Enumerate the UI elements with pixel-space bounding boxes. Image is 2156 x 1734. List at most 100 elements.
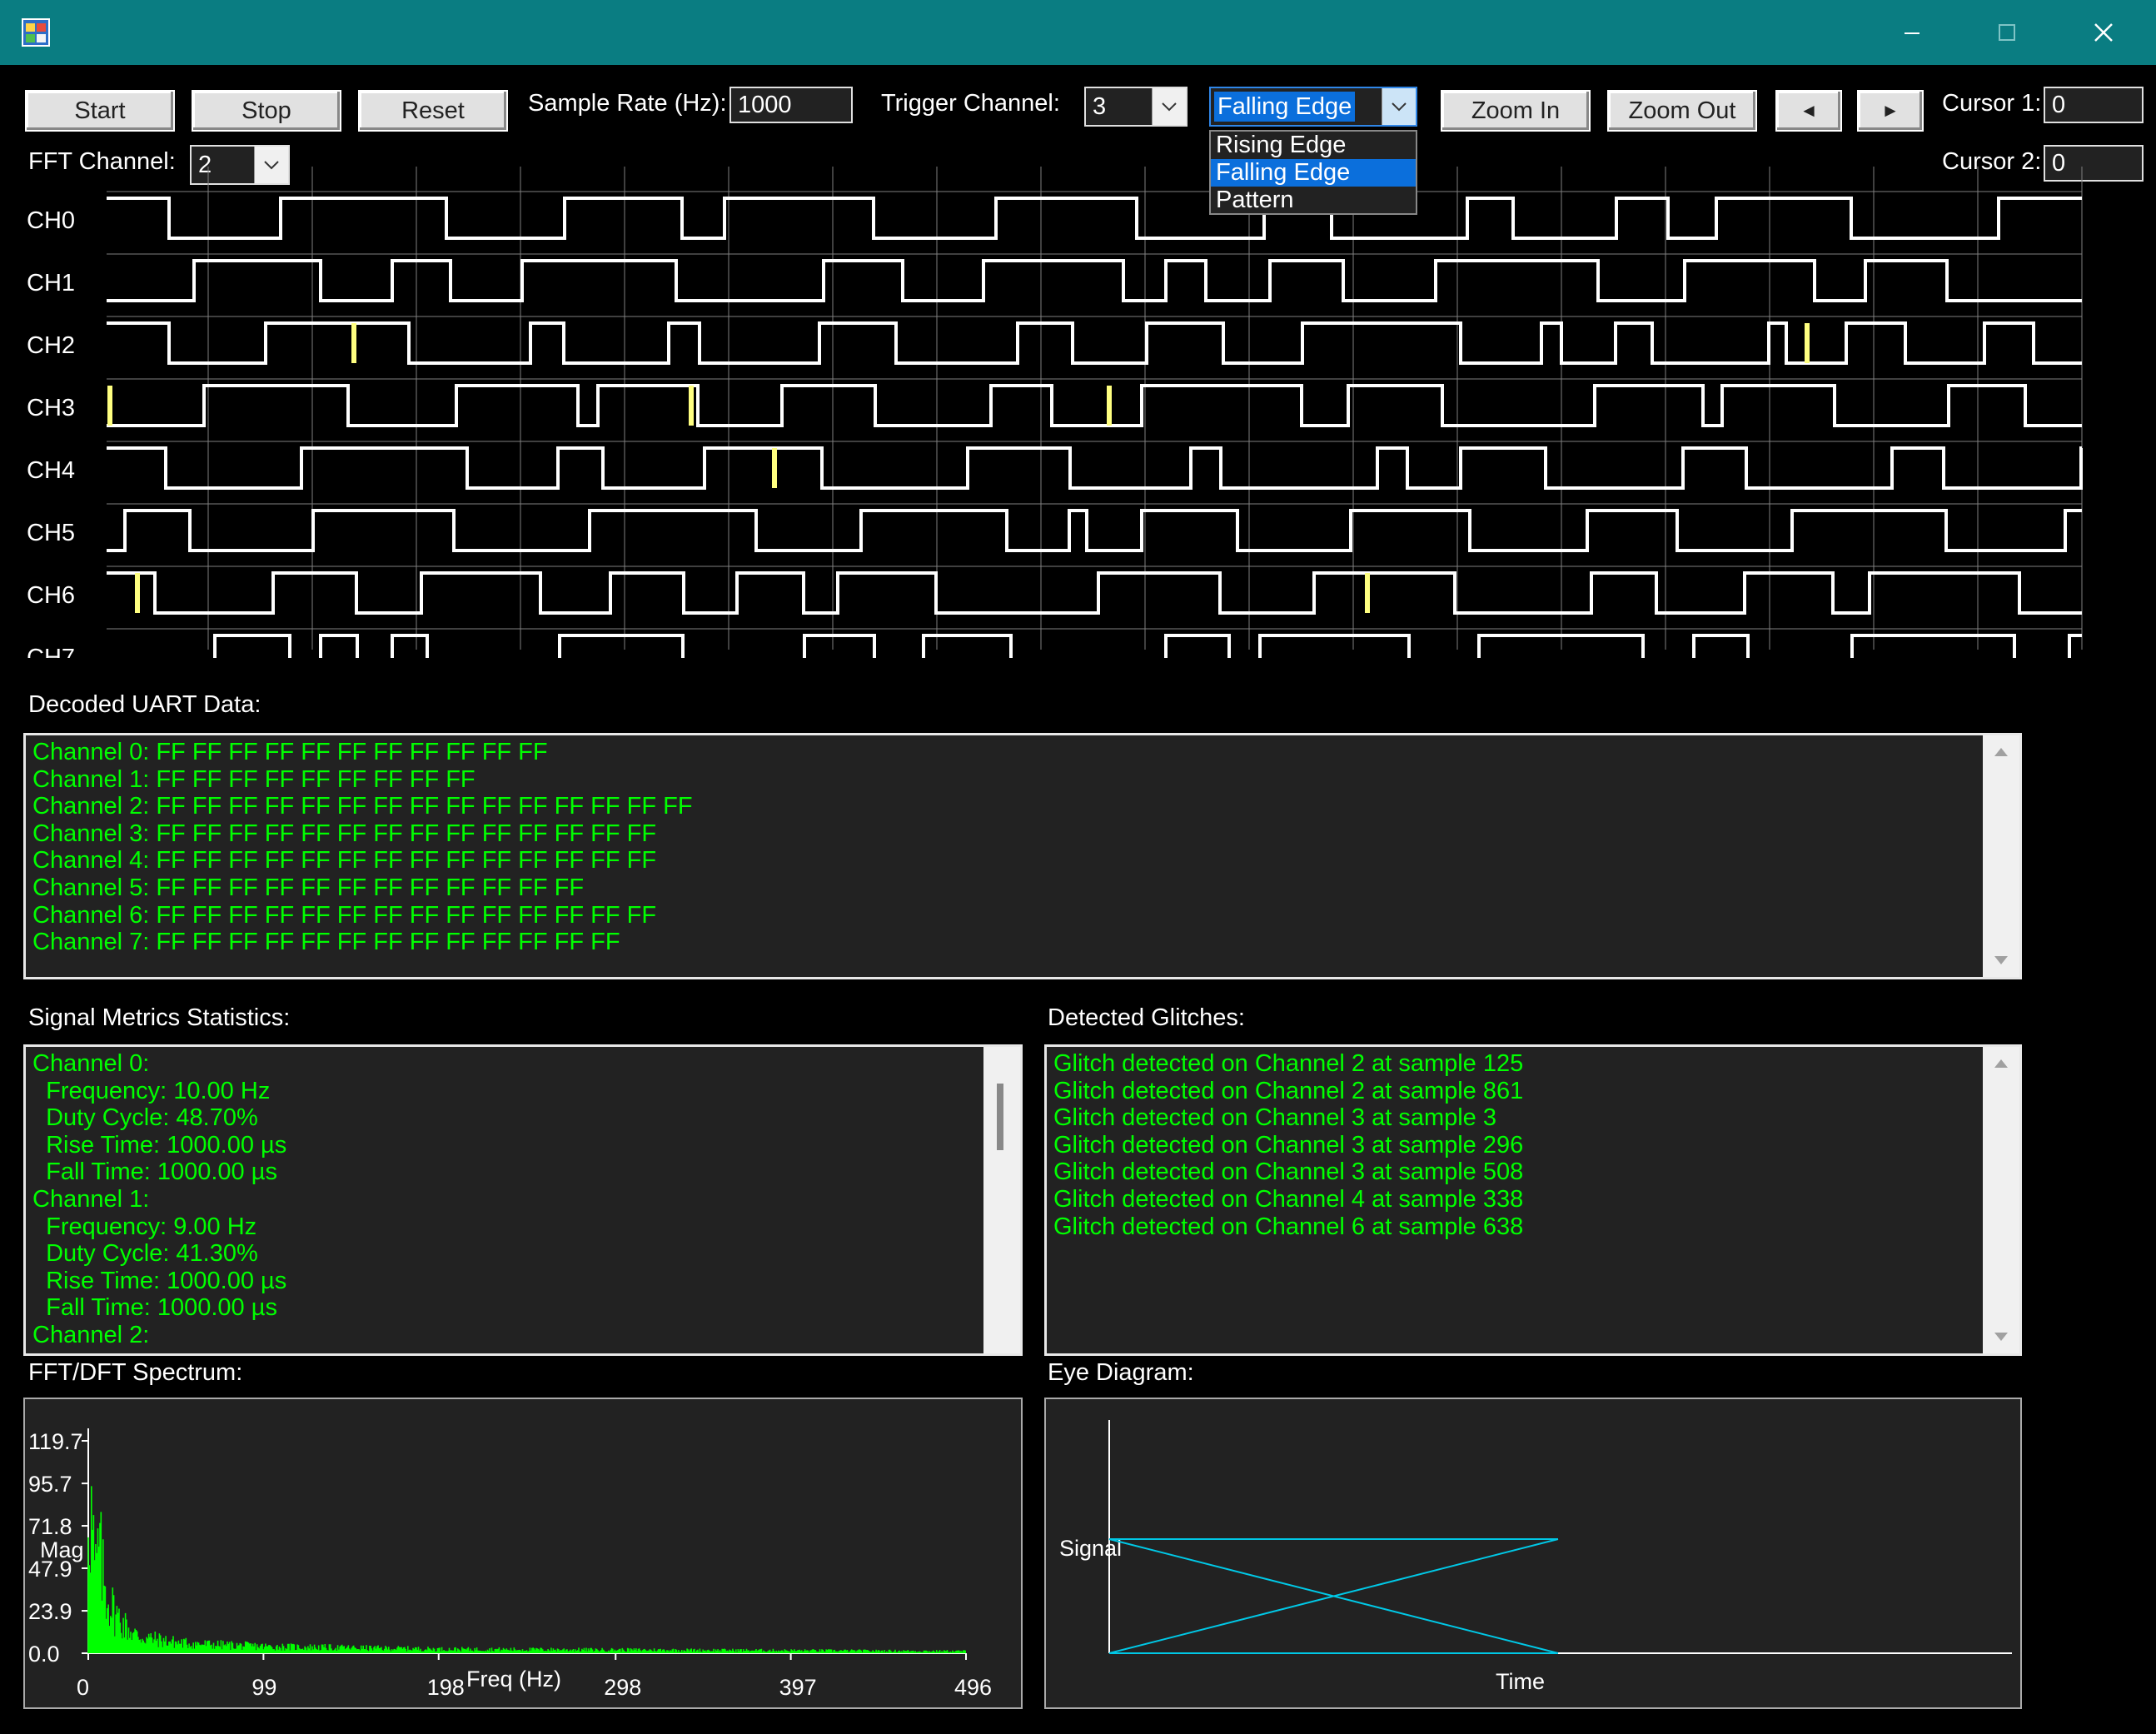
glitch-line: Glitch detected on Channel 3 at sample 3 xyxy=(1053,1104,1496,1132)
metrics-line: Fall Time: 1000.00 µs xyxy=(32,1294,277,1322)
metrics-line: Rise Time: 1000.00 µs xyxy=(32,1267,287,1294)
metrics-line: Rise Time: 1000.00 µs xyxy=(32,1131,287,1158)
channel-trace xyxy=(107,321,2082,365)
dropdown-option-rising-edge[interactable]: Rising Edge xyxy=(1211,132,1416,159)
cursor1-input[interactable]: 0 xyxy=(2044,87,2144,123)
channel-trace xyxy=(107,259,2082,302)
x-tick-label: 99 xyxy=(251,1675,276,1700)
scroll-up-icon[interactable] xyxy=(1983,1047,2019,1080)
pan-right-button[interactable]: ► xyxy=(1857,90,1924,132)
glitch-line: Glitch detected on Channel 4 at sample 3… xyxy=(1053,1185,1524,1213)
channel-trace xyxy=(107,384,2082,427)
metrics-textbox[interactable]: Channel 0: Frequency: 10.00 Hz Duty Cycl… xyxy=(23,1044,1023,1356)
y-axis-label: Mag xyxy=(40,1537,84,1562)
scroll-down-icon[interactable] xyxy=(1983,944,2019,977)
waveform-display[interactable]: CH0 CH1 CH2 CH3 CH4 CH5 CH6 CH7 xyxy=(0,167,2156,658)
channel-trace xyxy=(107,509,2082,552)
dropdown-option-falling-edge[interactable]: Falling Edge xyxy=(1211,159,1416,187)
dropdown-option-pattern[interactable]: Pattern xyxy=(1211,187,1416,214)
title-bar xyxy=(0,0,2156,65)
glitches-textbox[interactable]: Glitch detected on Channel 2 at sample 1… xyxy=(1044,1044,2022,1356)
app-window: Start Stop Reset Sample Rate (Hz): 1000 … xyxy=(0,0,2156,1734)
zoom-in-button[interactable]: Zoom In xyxy=(1441,90,1591,132)
eye-label: Eye Diagram: xyxy=(1048,1359,1194,1386)
trigger-channel-value: 3 xyxy=(1093,93,1107,120)
channel-trace xyxy=(107,571,2082,615)
pan-left-button[interactable]: ◄ xyxy=(1775,90,1842,132)
scroll-down-icon[interactable] xyxy=(1983,1320,2019,1353)
glitch-line: Glitch detected on Channel 2 at sample 1… xyxy=(1053,1050,1524,1077)
uart-line: Channel 4: FF FF FF FF FF FF FF FF FF FF… xyxy=(32,847,657,874)
metrics-line: Channel 2: xyxy=(32,1321,150,1348)
start-button[interactable]: Start xyxy=(25,90,175,132)
channel-label: CH6 xyxy=(27,582,75,609)
uart-line: Channel 0: FF FF FF FF FF FF FF FF FF FF… xyxy=(32,739,548,765)
close-icon xyxy=(2094,23,2113,42)
glitches-scrollbar[interactable] xyxy=(1983,1047,2019,1353)
uart-line: Channel 6: FF FF FF FF FF FF FF FF FF FF… xyxy=(32,901,657,929)
sample-rate-label: Sample Rate (Hz): xyxy=(528,90,727,117)
uart-lines: Channel 0: FF FF FF FF FF FF FF FF FF FF… xyxy=(32,739,693,956)
x-tick-label: 0 xyxy=(77,1675,89,1700)
y-tick-label: 71.8 xyxy=(28,1514,72,1539)
zoom-out-button[interactable]: Zoom Out xyxy=(1607,90,1757,132)
uart-textbox[interactable]: Channel 0: FF FF FF FF FF FF FF FF FF FF… xyxy=(23,733,2022,979)
metrics-lines: Channel 0: Frequency: 10.00 Hz Duty Cycl… xyxy=(32,1050,286,1349)
chevron-down-icon[interactable] xyxy=(1382,88,1416,125)
reset-button[interactable]: Reset xyxy=(358,90,508,132)
chevron-down-icon[interactable] xyxy=(1152,88,1186,125)
uart-scrollbar[interactable] xyxy=(1983,735,2019,977)
channel-trace xyxy=(213,634,2082,658)
uart-line: Channel 3: FF FF FF FF FF FF FF FF FF FF… xyxy=(32,820,657,847)
cursor1-label: Cursor 1: xyxy=(1942,90,2042,117)
metrics-label: Signal Metrics Statistics: xyxy=(28,1004,291,1031)
metrics-line: Channel 1: xyxy=(32,1185,150,1213)
glitch-lines: Glitch detected on Channel 2 at sample 1… xyxy=(1053,1050,1523,1240)
fft-chart-panel: 119.7 95.7 71.8 47.9 23.9 0.0 0 99 198 298 397 496 F… xyxy=(23,1398,1023,1709)
glitches-label: Detected Glitches: xyxy=(1048,1004,1245,1031)
sample-rate-input[interactable]: 1000 xyxy=(729,87,853,123)
glitch-line: Glitch detected on Channel 3 at sample 2… xyxy=(1053,1131,1524,1158)
scroll-thumb[interactable] xyxy=(997,1084,1003,1150)
fft-chart: 119.795.771.847.923.90.00 99 198 298 397 496F… xyxy=(28,1428,992,1700)
y-tick-label: 23.9 xyxy=(28,1599,72,1624)
maximize-button[interactable] xyxy=(1960,0,2054,65)
trigger-mode-select[interactable]: Falling Edge xyxy=(1209,87,1417,127)
metrics-line: Frequency: 9.00 Hz xyxy=(32,1213,257,1240)
glitch-line: Glitch detected on Channel 2 at sample 8… xyxy=(1053,1077,1524,1104)
y-tick-label: 119.7 xyxy=(28,1429,83,1454)
metrics-line: Fall Time: 1000.00 µs xyxy=(32,1158,277,1186)
metrics-scrollbar[interactable] xyxy=(983,1047,1020,1353)
trigger-mode-value: Falling Edge xyxy=(1214,92,1356,122)
channel-label: CH4 xyxy=(27,457,75,484)
minimize-button[interactable] xyxy=(1865,0,1959,65)
stop-button[interactable]: Stop xyxy=(192,90,341,132)
uart-line: Channel 5: FF FF FF FF FF FF FF FF FF FF… xyxy=(32,874,585,901)
y-tick-label: 95.7 xyxy=(28,1472,72,1497)
uart-line: Channel 7: FF FF FF FF FF FF FF FF FF FF… xyxy=(32,929,620,956)
channel-label: CH0 xyxy=(27,207,75,234)
eye-diagram: SignalTime xyxy=(1059,1420,2012,1694)
metrics-line: Channel 0: xyxy=(32,1050,150,1077)
x-tick-label: 198 xyxy=(427,1675,465,1700)
scroll-up-icon[interactable] xyxy=(1983,735,2019,769)
glitch-line: Glitch detected on Channel 6 at sample 6… xyxy=(1053,1213,1524,1240)
trigger-mode-dropdown[interactable]: Rising Edge Falling Edge Pattern xyxy=(1209,130,1417,215)
uart-line: Channel 1: FF FF FF FF FF FF FF FF FF xyxy=(32,765,476,793)
channel-label: CH2 xyxy=(27,332,75,359)
glitch-line: Glitch detected on Channel 3 at sample 5… xyxy=(1053,1158,1524,1186)
channel-label: CH5 xyxy=(27,520,75,546)
x-tick-label: 298 xyxy=(604,1675,641,1700)
x-axis-label: Time xyxy=(1496,1669,1545,1694)
uart-line: Channel 2: FF FF FF FF FF FF FF FF FF FF… xyxy=(32,793,693,820)
channel-label: CH1 xyxy=(27,270,75,296)
x-tick-label: 496 xyxy=(954,1675,992,1700)
eye-diagram-panel: Signal Time xyxy=(1044,1398,2022,1709)
spectrum-series xyxy=(87,1486,966,1653)
channel-label: CH3 xyxy=(27,395,75,421)
close-button[interactable] xyxy=(2057,0,2150,65)
channel-trace xyxy=(107,446,2083,490)
fft-label: FFT/DFT Spectrum: xyxy=(28,1359,243,1386)
metrics-line: Frequency: 10.00 Hz xyxy=(32,1077,271,1104)
trigger-channel-select[interactable]: 3 xyxy=(1084,87,1188,127)
